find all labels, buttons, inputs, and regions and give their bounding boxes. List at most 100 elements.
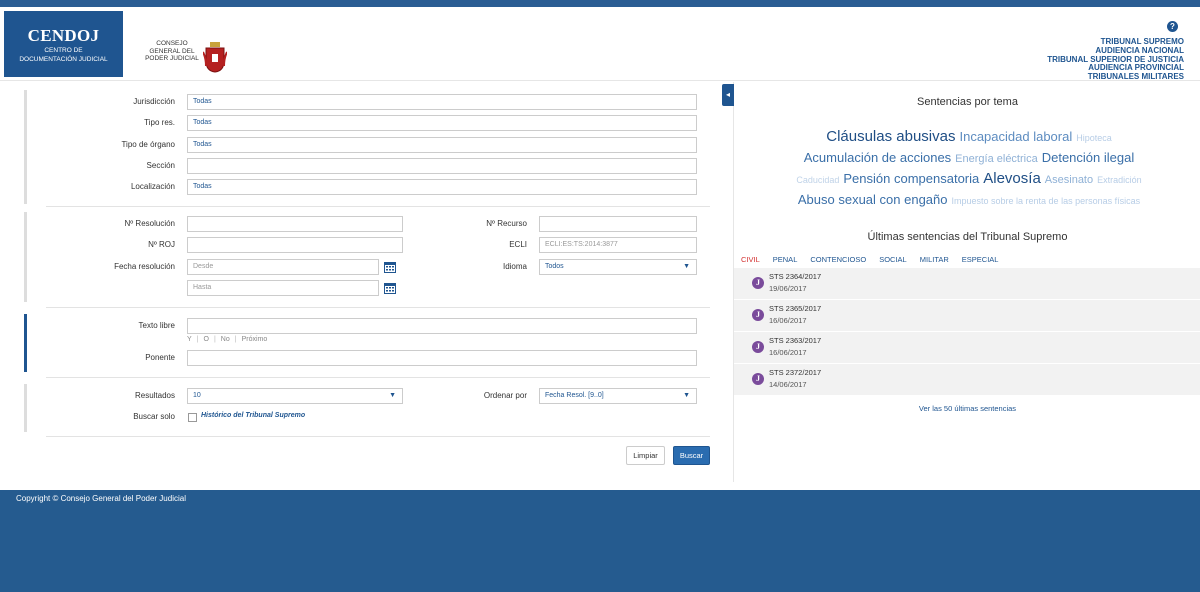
section-divider-3 bbox=[46, 377, 710, 378]
sentence-number[interactable]: STS 2372/2017 bbox=[769, 368, 821, 377]
tab-especial[interactable]: ESPECIAL bbox=[962, 255, 999, 264]
ecli-input[interactable]: ECLI:ES:TS:2014:3877 bbox=[539, 237, 697, 253]
ponente-input[interactable] bbox=[187, 350, 697, 366]
seccion-label: Sección bbox=[146, 161, 175, 170]
tab-militar[interactable]: MILITAR bbox=[920, 255, 949, 264]
op-o[interactable]: O bbox=[204, 336, 209, 343]
topic-energia-electrica[interactable]: Energía eléctrica bbox=[955, 153, 1038, 165]
collapse-panel-icon[interactable]: ◂ bbox=[722, 84, 734, 106]
topic-acumulacion-acciones[interactable]: Acumulación de acciones bbox=[804, 150, 951, 165]
topic-incapacidad-laboral[interactable]: Incapacidad laboral bbox=[959, 129, 1072, 144]
judgment-icon: J bbox=[752, 373, 764, 385]
judgment-icon: J bbox=[752, 277, 764, 289]
limpiar-button[interactable]: Limpiar bbox=[626, 446, 665, 465]
fecha-hasta-input[interactable]: Hasta bbox=[187, 280, 379, 296]
judgment-icon: J bbox=[752, 309, 764, 321]
topic-asesinato[interactable]: Asesinato bbox=[1045, 174, 1093, 186]
idioma-select[interactable]: Todos bbox=[539, 259, 697, 275]
op-no[interactable]: No bbox=[221, 336, 230, 343]
calendar-icon[interactable] bbox=[384, 282, 396, 294]
sentence-number[interactable]: STS 2364/2017 bbox=[769, 272, 821, 281]
ordenar-label: Ordenar por bbox=[483, 391, 527, 400]
n-recurso-label: Nº Recurso bbox=[486, 219, 527, 228]
sentence-date: 19/06/2017 bbox=[769, 284, 807, 293]
buscar-solo-label: Buscar solo bbox=[133, 412, 175, 421]
ordenar-select[interactable]: Fecha Resol. [9..0] bbox=[539, 388, 697, 404]
tipo-organo-field[interactable]: Todas bbox=[187, 137, 697, 153]
fecha-resolucion-label: Fecha resolución bbox=[114, 262, 175, 271]
n-roj-input[interactable] bbox=[187, 237, 403, 253]
topic-pension-compensatoria[interactable]: Pensión compensatoria bbox=[843, 171, 979, 186]
topics-title: Sentencias por tema bbox=[917, 96, 1018, 108]
localizacion-label: Localización bbox=[130, 182, 175, 191]
right-panel: ◂ Sentencias por tema Cláusulas abusivas… bbox=[722, 82, 1200, 482]
buscar-button[interactable]: Buscar bbox=[673, 446, 710, 465]
topic-alevosia[interactable]: Alevosía bbox=[983, 170, 1041, 187]
texto-libre-input[interactable] bbox=[187, 318, 697, 334]
tab-contencioso[interactable]: CONTENCIOSO bbox=[810, 255, 866, 264]
fecha-desde-input[interactable]: Desde bbox=[187, 259, 379, 275]
section-bar-3 bbox=[24, 314, 27, 372]
section-divider-4 bbox=[46, 436, 710, 437]
sentence-date: 14/06/2017 bbox=[769, 380, 807, 389]
topic-abuso-sexual[interactable]: Abuso sexual con engaño bbox=[798, 192, 948, 207]
topic-hipoteca[interactable]: Hipoteca bbox=[1076, 133, 1112, 143]
topic-extradicion[interactable]: Extradición bbox=[1097, 175, 1142, 185]
topic-detencion-ilegal[interactable]: Detención ilegal bbox=[1042, 150, 1135, 165]
n-resolucion-input[interactable] bbox=[187, 216, 403, 232]
sentence-item[interactable]: J STS 2363/2017 16/06/2017 bbox=[734, 332, 1200, 363]
jurisdiction-tabs: CIVIL PENAL CONTENCIOSO SOCIAL MILITAR ESPECI… bbox=[741, 255, 1011, 264]
more-sentences-link[interactable]: Ver las 50 últimas sentencias bbox=[734, 404, 1200, 413]
sentence-number[interactable]: STS 2365/2017 bbox=[769, 304, 821, 313]
cgpj-logo-text[interactable]: Consejo General del Poder Judicial bbox=[144, 40, 200, 63]
topic-cloud: Cláusulas abusivas Incapacidad laboral Hip… bbox=[774, 127, 1164, 211]
sentence-item[interactable]: J STS 2365/2017 16/06/2017 bbox=[734, 300, 1200, 331]
tab-penal[interactable]: PENAL bbox=[773, 255, 798, 264]
op-proximo[interactable]: Próximo bbox=[242, 336, 268, 343]
localizacion-field[interactable]: Todas bbox=[187, 179, 697, 195]
historico-checkbox[interactable] bbox=[188, 413, 197, 422]
n-resolucion-label: Nº Resolución bbox=[124, 219, 176, 228]
seccion-field[interactable] bbox=[187, 158, 697, 174]
resultados-label: Resultados bbox=[134, 391, 175, 400]
cgpj-line-1: Consejo bbox=[156, 40, 188, 47]
search-form: Jurisdicción Todas Tipo res. Todas Tipo … bbox=[0, 82, 732, 482]
help-icon[interactable]: ? bbox=[1167, 21, 1178, 32]
section-bar-2 bbox=[24, 212, 27, 302]
sentence-date: 16/06/2017 bbox=[769, 348, 807, 357]
court-link-tribunales-militares[interactable]: TRIBUNALES MILITARES bbox=[1047, 72, 1184, 82]
jurisdiccion-field[interactable]: Todas bbox=[187, 94, 697, 110]
judgment-icon: J bbox=[752, 341, 764, 353]
section-bar-1 bbox=[24, 90, 27, 204]
section-divider-2 bbox=[46, 307, 710, 308]
tab-civil[interactable]: CIVIL bbox=[741, 255, 760, 264]
tab-social[interactable]: SOCIAL bbox=[879, 255, 907, 264]
texto-libre-label: Texto libre bbox=[138, 321, 175, 330]
calendar-icon[interactable] bbox=[384, 261, 396, 273]
topic-irpf[interactable]: Impuesto sobre la renta de las personas … bbox=[952, 196, 1141, 206]
op-y[interactable]: Y bbox=[187, 336, 192, 343]
cendoj-logo[interactable]: CENDOJ CENTRO DE DOCUMENTACIÓN JUDICIAL bbox=[4, 11, 123, 77]
boolean-operators: Y | O | No | Próximo bbox=[187, 336, 268, 343]
latest-title: Últimas sentencias del Tribunal Supremo bbox=[867, 231, 1068, 243]
logo-subtitle-2: DOCUMENTACIÓN JUDICIAL bbox=[19, 56, 108, 63]
court-links: TRIBUNAL SUPREMO AUDIENCIA NACIONAL TRIB… bbox=[1047, 37, 1184, 82]
topic-caducidad[interactable]: Caducidad bbox=[796, 175, 839, 185]
idioma-label: Idioma bbox=[502, 262, 527, 271]
sentence-item[interactable]: J STS 2364/2017 19/06/2017 bbox=[734, 268, 1200, 299]
sentence-item[interactable]: J STS 2372/2017 14/06/2017 bbox=[734, 364, 1200, 395]
sentence-date: 16/06/2017 bbox=[769, 316, 807, 325]
tipo-res-field[interactable]: Todas bbox=[187, 115, 697, 131]
section-divider-1 bbox=[46, 206, 710, 207]
logo-title: CENDOJ bbox=[27, 26, 100, 45]
footer: Copyright © Consejo General del Poder Ju… bbox=[0, 490, 1200, 592]
topic-clausulas-abusivas[interactable]: Cláusulas abusivas bbox=[826, 128, 955, 145]
ponente-label: Ponente bbox=[145, 353, 175, 362]
historico-label[interactable]: Histórico del Tribunal Supremo bbox=[201, 412, 305, 419]
tipo-res-label: Tipo res. bbox=[144, 118, 175, 127]
n-recurso-input[interactable] bbox=[539, 216, 697, 232]
cgpj-line-2: General del bbox=[149, 47, 195, 55]
resultados-select[interactable]: 10 bbox=[187, 388, 403, 404]
tipo-organo-label: Tipo de órgano bbox=[121, 140, 175, 149]
sentence-number[interactable]: STS 2363/2017 bbox=[769, 336, 821, 345]
